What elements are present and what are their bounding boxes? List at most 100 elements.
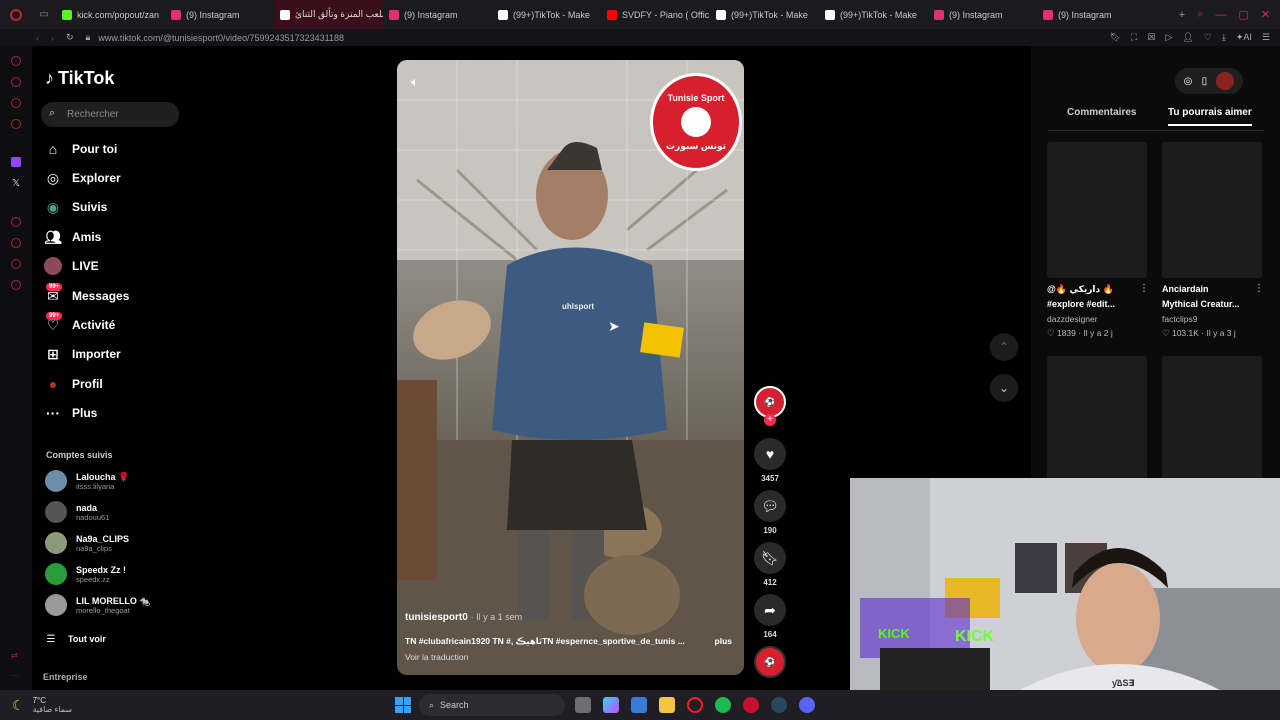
- sidebar-settings-icon[interactable]: [11, 280, 21, 290]
- card-title-2[interactable]: Mythical Creatur...: [1162, 298, 1240, 311]
- reload-icon[interactable]: ↻: [66, 32, 74, 43]
- opera-logo-icon[interactable]: [0, 0, 32, 29]
- card-author[interactable]: dazzdesigner: [1047, 313, 1098, 326]
- windows-start-icon[interactable]: [395, 697, 411, 713]
- tiktok-logo[interactable]: ♪ TikTok: [45, 68, 114, 89]
- author-avatar[interactable]: ⚽ +: [754, 386, 786, 426]
- nav-item-activity[interactable]: ♡ 99+ Activité: [44, 312, 115, 338]
- x-twitter-icon[interactable]: 𝕏: [12, 178, 20, 189]
- play-icon[interactable]: ▷: [1165, 32, 1172, 43]
- nav-item-messages[interactable]: ✉ 99+ Messages: [44, 283, 129, 309]
- sidebar-player-icon[interactable]: [11, 217, 21, 227]
- tab-comments[interactable]: Commentaires: [1067, 107, 1136, 118]
- browser-tab[interactable]: (99+)TikTok - Make: [819, 0, 928, 29]
- card-title[interactable]: @🔥 داريكي 🔥: [1047, 283, 1114, 296]
- compass-icon[interactable]: ◎: [1184, 76, 1193, 87]
- video-author[interactable]: tunisiesport0 · Il y a 1 sem: [405, 612, 522, 623]
- nav-item-live[interactable]: LIVE: [44, 253, 99, 279]
- browser-tab[interactable]: (9) Instagram: [928, 0, 1037, 29]
- video-thumb[interactable]: [1047, 356, 1147, 482]
- nav-item-upload[interactable]: ⊞ Importer: [44, 341, 121, 367]
- sidebar-more-icon[interactable]: ···: [11, 671, 19, 680]
- followed-account[interactable]: Na9a_CLIPS na9a_clips: [45, 532, 129, 554]
- close-square-icon[interactable]: ☒: [1147, 32, 1155, 43]
- sidebar-bottom-icon[interactable]: ⇄: [11, 651, 18, 660]
- steam-icon[interactable]: [771, 697, 787, 713]
- close-window-icon[interactable]: ✕: [1261, 8, 1270, 21]
- weather-widget[interactable]: ☾ 7°C سماء صافية: [0, 696, 120, 714]
- music-disc[interactable]: ⚽: [754, 646, 786, 678]
- nav-item-compass[interactable]: ◎ Explorer: [44, 165, 121, 191]
- video-caption[interactable]: TN #clubafricain1920 TN #, ٿاهيڪTN #espe…: [405, 636, 685, 647]
- profile-avatar[interactable]: [1216, 72, 1235, 90]
- sidebar-home-icon[interactable]: [11, 56, 21, 66]
- search-tabs-icon[interactable]: ⌕: [1197, 8, 1203, 21]
- followed-account[interactable]: Laloucha 🌹 itsss.lilyana: [45, 470, 129, 492]
- card-more-icon[interactable]: ⋮: [1254, 283, 1264, 294]
- nav-item-friends[interactable]: 👥︎ Amis: [44, 224, 101, 250]
- browser-tab[interactable]: kick.com/popout/zan: [56, 0, 165, 29]
- browser-tab[interactable]: (9) Instagram: [165, 0, 274, 29]
- nav-item-profile[interactable]: ● Profil: [44, 371, 103, 397]
- save-button[interactable]: 🔖︎ 412: [754, 542, 786, 587]
- app-red-icon[interactable]: [743, 697, 759, 713]
- ai-icon[interactable]: ✦AI: [1236, 32, 1252, 43]
- browser-tab[interactable]: (9) Instagram: [1037, 0, 1146, 29]
- forward-icon[interactable]: ›: [51, 33, 54, 43]
- see-all-link[interactable]: ☰ Tout voir: [44, 626, 106, 652]
- sidebar-extensions-icon[interactable]: [11, 259, 21, 269]
- browser-tab[interactable]: تاريخ ملعب المنزة وتألق الثنائ: [274, 0, 383, 29]
- phone-icon[interactable]: ▯: [1202, 76, 1208, 87]
- volume-icon[interactable]: 🔈︎: [411, 74, 419, 90]
- previous-video-button[interactable]: ⌃: [990, 333, 1018, 361]
- person-icon[interactable]: 👤︎: [1182, 32, 1193, 43]
- back-icon[interactable]: ‹: [36, 33, 39, 43]
- url-field[interactable]: www.tiktok.com/@tunisiesport0/video/7599…: [98, 33, 344, 43]
- card-title-2[interactable]: #explore #edit...: [1047, 298, 1115, 311]
- footer-enterprise[interactable]: Entreprise: [43, 672, 88, 682]
- heart-icon[interactable]: ♡: [1204, 32, 1212, 43]
- menu-icon[interactable]: ☰: [1262, 32, 1270, 43]
- nav-item-home[interactable]: ⌂ Pour toi: [44, 136, 118, 162]
- next-video-button[interactable]: ⌄: [990, 374, 1018, 402]
- browser-tab[interactable]: (99+)TikTok - Make: [710, 0, 819, 29]
- sidebar-shop-icon[interactable]: [11, 77, 21, 87]
- followed-account[interactable]: Speedx Zz ! speedx.zz: [45, 563, 126, 585]
- download-icon[interactable]: ⤓: [1222, 32, 1226, 43]
- translate-link[interactable]: Voir la traduction: [405, 652, 468, 662]
- like-button[interactable]: ♥ 3457: [754, 438, 786, 483]
- tab-you-may-like[interactable]: Tu pourrais aimer: [1168, 107, 1252, 126]
- spotify-icon[interactable]: [715, 697, 731, 713]
- video-thumb[interactable]: [1047, 142, 1147, 278]
- caption-more-button[interactable]: plus: [715, 636, 732, 646]
- video-thumb[interactable]: [1162, 356, 1262, 482]
- browser-tab[interactable]: (99+)TikTok - Make: [492, 0, 601, 29]
- nav-item-following[interactable]: ◉ Suivis: [44, 194, 107, 220]
- video-thumb[interactable]: [1162, 142, 1262, 278]
- follow-plus-icon[interactable]: +: [764, 414, 776, 426]
- file-explorer-icon[interactable]: [659, 697, 675, 713]
- tab-menu-icon[interactable]: ▭: [32, 0, 56, 29]
- followed-account[interactable]: nada nadouu61: [45, 501, 109, 523]
- discord-icon[interactable]: [799, 697, 815, 713]
- nav-item-more[interactable]: ··· Plus: [44, 400, 97, 426]
- opera-gx-icon[interactable]: [687, 697, 703, 713]
- new-tab-icon[interactable]: +: [1179, 9, 1185, 21]
- card-title[interactable]: Anciardain: [1162, 283, 1209, 296]
- taskbar-search[interactable]: ⌕ Search: [419, 694, 565, 716]
- screenshot-icon[interactable]: ⛶: [1131, 32, 1137, 43]
- bookmark-icon[interactable]: 🔖︎: [1110, 32, 1121, 43]
- sidebar-history-icon[interactable]: [11, 238, 21, 248]
- maximize-icon[interactable]: ▢: [1238, 8, 1248, 21]
- card-author[interactable]: factclips9: [1162, 313, 1197, 326]
- sidebar-media-icon[interactable]: [11, 119, 21, 129]
- card-more-icon[interactable]: ⋮: [1139, 283, 1149, 294]
- browser-tab[interactable]: SVDFY - Piano ( Offic: [601, 0, 710, 29]
- task-view-icon[interactable]: [575, 697, 591, 713]
- browser-tab[interactable]: (9) Instagram: [383, 0, 492, 29]
- minimize-icon[interactable]: —: [1215, 9, 1226, 21]
- search-input[interactable]: ⌕ Rechercher: [41, 102, 179, 127]
- share-button[interactable]: ➦ 164: [754, 594, 786, 639]
- copilot-icon[interactable]: [603, 697, 619, 713]
- comment-button[interactable]: 💬︎ 190: [754, 490, 786, 535]
